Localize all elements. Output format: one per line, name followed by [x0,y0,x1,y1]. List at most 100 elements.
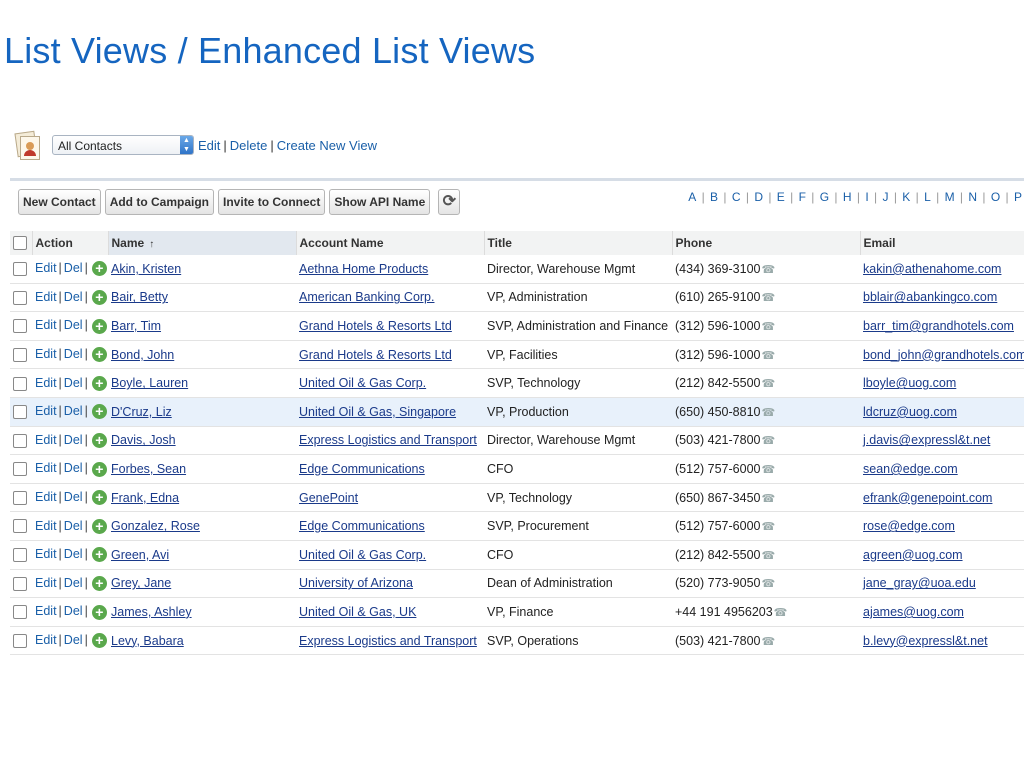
add-plus-icon[interactable]: + [91,461,107,477]
alphabet-letter[interactable]: L [922,190,933,204]
del-link[interactable]: Del [64,290,83,304]
phone-icon[interactable]: ☎ [761,264,775,276]
del-link[interactable]: Del [64,461,83,475]
add-plus-icon[interactable]: + [91,518,107,534]
email-link[interactable]: b.levy@expressl&t.net [863,634,988,648]
column-header-account[interactable]: Account Name [296,231,485,255]
account-name-link[interactable]: GenePoint [299,491,358,505]
add-plus-icon[interactable]: + [91,490,107,506]
row-checkbox[interactable] [13,319,27,334]
email-link[interactable]: bblair@abankingco.com [863,290,997,304]
phone-icon[interactable]: ☎ [761,464,775,476]
contact-name-link[interactable]: Akin, Kristen [111,262,181,276]
row-checkbox[interactable] [13,433,27,448]
row-checkbox[interactable] [13,290,27,305]
account-name-link[interactable]: American Banking Corp. [299,290,434,304]
row-checkbox[interactable] [13,576,27,591]
del-link[interactable]: Del [64,404,83,418]
row-checkbox[interactable] [13,262,27,277]
email-link[interactable]: barr_tim@grandhotels.com [863,319,1014,333]
alphabet-letter[interactable]: E [775,190,787,204]
contact-name-link[interactable]: Gonzalez, Rose [111,519,200,533]
row-checkbox[interactable] [13,633,27,648]
alphabet-letter[interactable]: N [966,190,979,204]
row-checkbox[interactable] [13,490,27,505]
edit-view-link[interactable]: Edit [198,138,220,153]
email-link[interactable]: rose@edge.com [863,519,955,533]
row-checkbox[interactable] [13,376,27,391]
email-link[interactable]: kakin@athenahome.com [863,262,1001,276]
alphabet-letter[interactable]: C [730,190,743,204]
edit-link[interactable]: Edit [35,633,57,647]
account-name-link[interactable]: United Oil & Gas, UK [299,605,416,619]
del-link[interactable]: Del [64,604,83,618]
edit-link[interactable]: Edit [35,318,57,332]
contact-name-link[interactable]: Levy, Babara [111,634,184,648]
add-plus-icon[interactable]: + [91,547,107,563]
account-name-link[interactable]: Aethna Home Products [299,262,428,276]
account-name-link[interactable]: United Oil & Gas Corp. [299,376,426,390]
phone-icon[interactable]: ☎ [761,521,775,533]
alphabet-letter[interactable]: G [818,190,831,204]
phone-icon[interactable]: ☎ [761,435,775,447]
contact-name-link[interactable]: Bair, Betty [111,290,168,304]
add-plus-icon[interactable]: + [91,375,107,391]
email-link[interactable]: j.davis@expressl&t.net [863,433,990,447]
add-plus-icon[interactable]: + [91,575,107,591]
column-header-phone[interactable]: Phone [672,231,861,255]
row-checkbox[interactable] [13,548,27,563]
contact-name-link[interactable]: Boyle, Lauren [111,376,188,390]
row-checkbox[interactable] [13,519,27,534]
edit-link[interactable]: Edit [35,376,57,390]
phone-icon[interactable]: ☎ [761,321,775,333]
email-link[interactable]: jane_gray@uoa.edu [863,576,976,590]
edit-link[interactable]: Edit [35,604,57,618]
account-name-link[interactable]: United Oil & Gas Corp. [299,548,426,562]
edit-link[interactable]: Edit [35,547,57,561]
edit-link[interactable]: Edit [35,404,57,418]
del-link[interactable]: Del [64,519,83,533]
phone-icon[interactable]: ☎ [761,292,775,304]
email-link[interactable]: lboyle@uog.com [863,376,956,390]
phone-icon[interactable]: ☎ [761,550,775,562]
del-link[interactable]: Del [64,547,83,561]
alphabet-letter[interactable]: P [1012,190,1024,204]
column-header-title[interactable]: Title [484,231,673,255]
edit-link[interactable]: Edit [35,433,57,447]
account-name-link[interactable]: Express Logistics and Transport [299,634,477,648]
alphabet-letter[interactable]: D [752,190,765,204]
del-link[interactable]: Del [64,376,83,390]
alphabet-letter[interactable]: A [686,190,698,204]
alphabet-letter[interactable]: M [943,190,957,204]
account-name-link[interactable]: Grand Hotels & Resorts Ltd [299,319,452,333]
alphabet-letter[interactable]: B [708,190,720,204]
refresh-button[interactable]: ⟳ [438,189,461,215]
add-plus-icon[interactable]: + [91,318,107,334]
email-link[interactable]: efrank@genepoint.com [863,491,992,505]
contact-name-link[interactable]: Green, Avi [111,548,169,562]
del-link[interactable]: Del [64,576,83,590]
edit-link[interactable]: Edit [35,576,57,590]
phone-icon[interactable]: ☎ [761,350,775,362]
del-link[interactable]: Del [64,633,83,647]
add-plus-icon[interactable]: + [91,261,107,277]
contact-name-link[interactable]: James, Ashley [111,605,192,619]
view-select[interactable]: All Contacts ▲ ▼ [52,135,194,155]
phone-icon[interactable]: ☎ [761,378,775,390]
account-name-link[interactable]: Edge Communications [299,519,425,533]
contact-name-link[interactable]: Frank, Edna [111,491,179,505]
edit-link[interactable]: Edit [35,461,57,475]
column-header-email[interactable]: Email [860,231,1024,255]
alphabet-letter[interactable]: H [841,190,854,204]
account-name-link[interactable]: Grand Hotels & Resorts Ltd [299,348,452,362]
email-link[interactable]: agreen@uog.com [863,548,963,562]
edit-link[interactable]: Edit [35,347,57,361]
account-name-link[interactable]: Edge Communications [299,462,425,476]
alphabet-letter[interactable]: K [900,190,912,204]
add-to-campaign-button[interactable]: Add to Campaign [104,189,215,215]
email-link[interactable]: ajames@uog.com [863,605,964,619]
phone-icon[interactable]: ☎ [761,636,775,648]
phone-icon[interactable]: ☎ [761,578,775,590]
del-link[interactable]: Del [64,490,83,504]
delete-view-link[interactable]: Delete [230,138,268,153]
